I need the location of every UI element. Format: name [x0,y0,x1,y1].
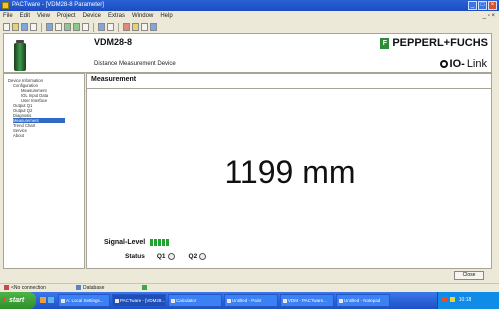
maximize-button[interactable]: □ [478,1,487,10]
database-icon [76,285,81,291]
nav-item-about[interactable]: About [13,133,24,138]
save-icon[interactable] [21,23,28,31]
brand-logo: F PEPPERL+FUCHS [380,37,488,49]
new-icon[interactable] [3,23,10,31]
q2-label: Q2 [188,253,198,260]
brand-flag-icon: F [380,37,390,49]
windows-taskbar: start A: Local Settings... PACTware - [V… [0,292,499,309]
toolbar-separator [41,22,42,32]
online-icon[interactable] [98,23,105,31]
open-icon[interactable] [12,23,19,31]
quicklaunch-icon[interactable] [40,297,46,303]
database-status: Database [76,284,104,292]
quicklaunch-icon[interactable] [48,297,54,303]
title-divider [87,88,491,89]
upload-icon[interactable] [64,23,71,31]
distance-readout: 1199 mm [224,154,356,190]
device-catalog-icon[interactable] [123,23,130,31]
help-icon[interactable] [150,23,157,31]
status-row: Status Q1 Q2 [125,253,207,260]
tray-icon[interactable] [450,297,456,303]
q1-label: Q1 [156,253,166,260]
connect-icon[interactable] [46,23,53,31]
window-title: PACTware - [VDM28-8 Parameter] [12,2,104,8]
project-icon[interactable] [132,23,139,31]
connection-status: <No connection [4,284,46,292]
download-icon[interactable] [73,23,80,31]
iolink-link: Link [466,58,487,70]
toolbar-separator [118,22,119,32]
signal-segment [154,239,157,246]
signal-level-indicator [150,239,169,246]
app-icon [2,2,9,9]
close-button[interactable]: Close [454,271,484,280]
start-button[interactable]: start [0,292,36,309]
signal-segment [162,239,165,246]
menu-device[interactable]: Device [83,11,101,21]
status-label: Status [125,253,145,260]
disconnected-icon [4,285,9,291]
clock: 10:18 [458,297,472,303]
toolbar [0,21,499,33]
menu-window[interactable]: Window [132,11,153,21]
window-titlebar: PACTware - [VDM28-8 Parameter] _ □ × [0,0,499,11]
device-name: VDM28-8 [94,37,133,47]
measurement-panel: Measurement 1199 mm Signal-Level Status … [86,73,492,269]
page-title: Measurement [91,76,137,83]
brand-name: PEPPERL+FUCHS [392,37,488,49]
taskbar-item-pactware[interactable]: PACTware - [VDM28... [112,294,166,307]
taskbar-item[interactable]: VDM - PACTware... [280,294,334,307]
tray-icon[interactable] [442,297,447,303]
status-indicator [142,284,149,292]
device-header: VDM28-8 Distance Measurement Device F PE… [3,33,492,73]
menu-extras[interactable]: Extras [108,11,125,21]
close-window-button[interactable]: × [488,1,497,10]
taskbar-item[interactable]: A: Local Settings... [58,294,110,307]
navigation-tree: Device Information Configuration Measure… [3,73,85,269]
menu-view[interactable]: View [37,11,50,21]
iolink-io: IO- [449,58,465,70]
q2-status-indicator [199,253,207,260]
q1-status-indicator [167,253,175,260]
menu-file[interactable]: File [3,11,13,21]
menu-edit[interactable]: Edit [20,11,30,21]
taskbar-item[interactable]: Calculator [168,294,222,307]
signal-level-label: Signal-Level [104,239,146,246]
system-tray: 10:18 [437,292,499,309]
measure-icon[interactable] [141,23,148,31]
taskbar-item[interactable]: Untitled - Paint [224,294,278,307]
offline-icon[interactable] [107,23,114,31]
minimize-button[interactable]: _ [468,1,477,10]
status-bar: <No connection Database [0,283,499,292]
device-description: Distance Measurement Device [94,61,176,67]
disconnect-icon[interactable] [55,23,62,31]
parameter-icon[interactable] [82,23,89,31]
iolink-circle-icon [439,60,448,68]
print-icon[interactable] [30,23,37,31]
ok-icon [142,285,147,291]
toolbar-separator [93,22,94,32]
menu-project[interactable]: Project [57,11,76,21]
menu-help[interactable]: Help [160,11,172,21]
sensor-device-icon [14,40,26,71]
menu-bar: File Edit View Project Device Extras Win… [0,11,499,21]
taskbar-item[interactable]: Untitled - Notepad [336,294,390,307]
signal-segment [150,239,153,246]
mdi-controls[interactable]: _ ▫ × [483,11,495,21]
iolink-logo: IO- Link [439,58,487,70]
signal-segment [158,239,161,246]
signal-segment [166,239,169,246]
window-controls: _ □ × [468,1,497,10]
